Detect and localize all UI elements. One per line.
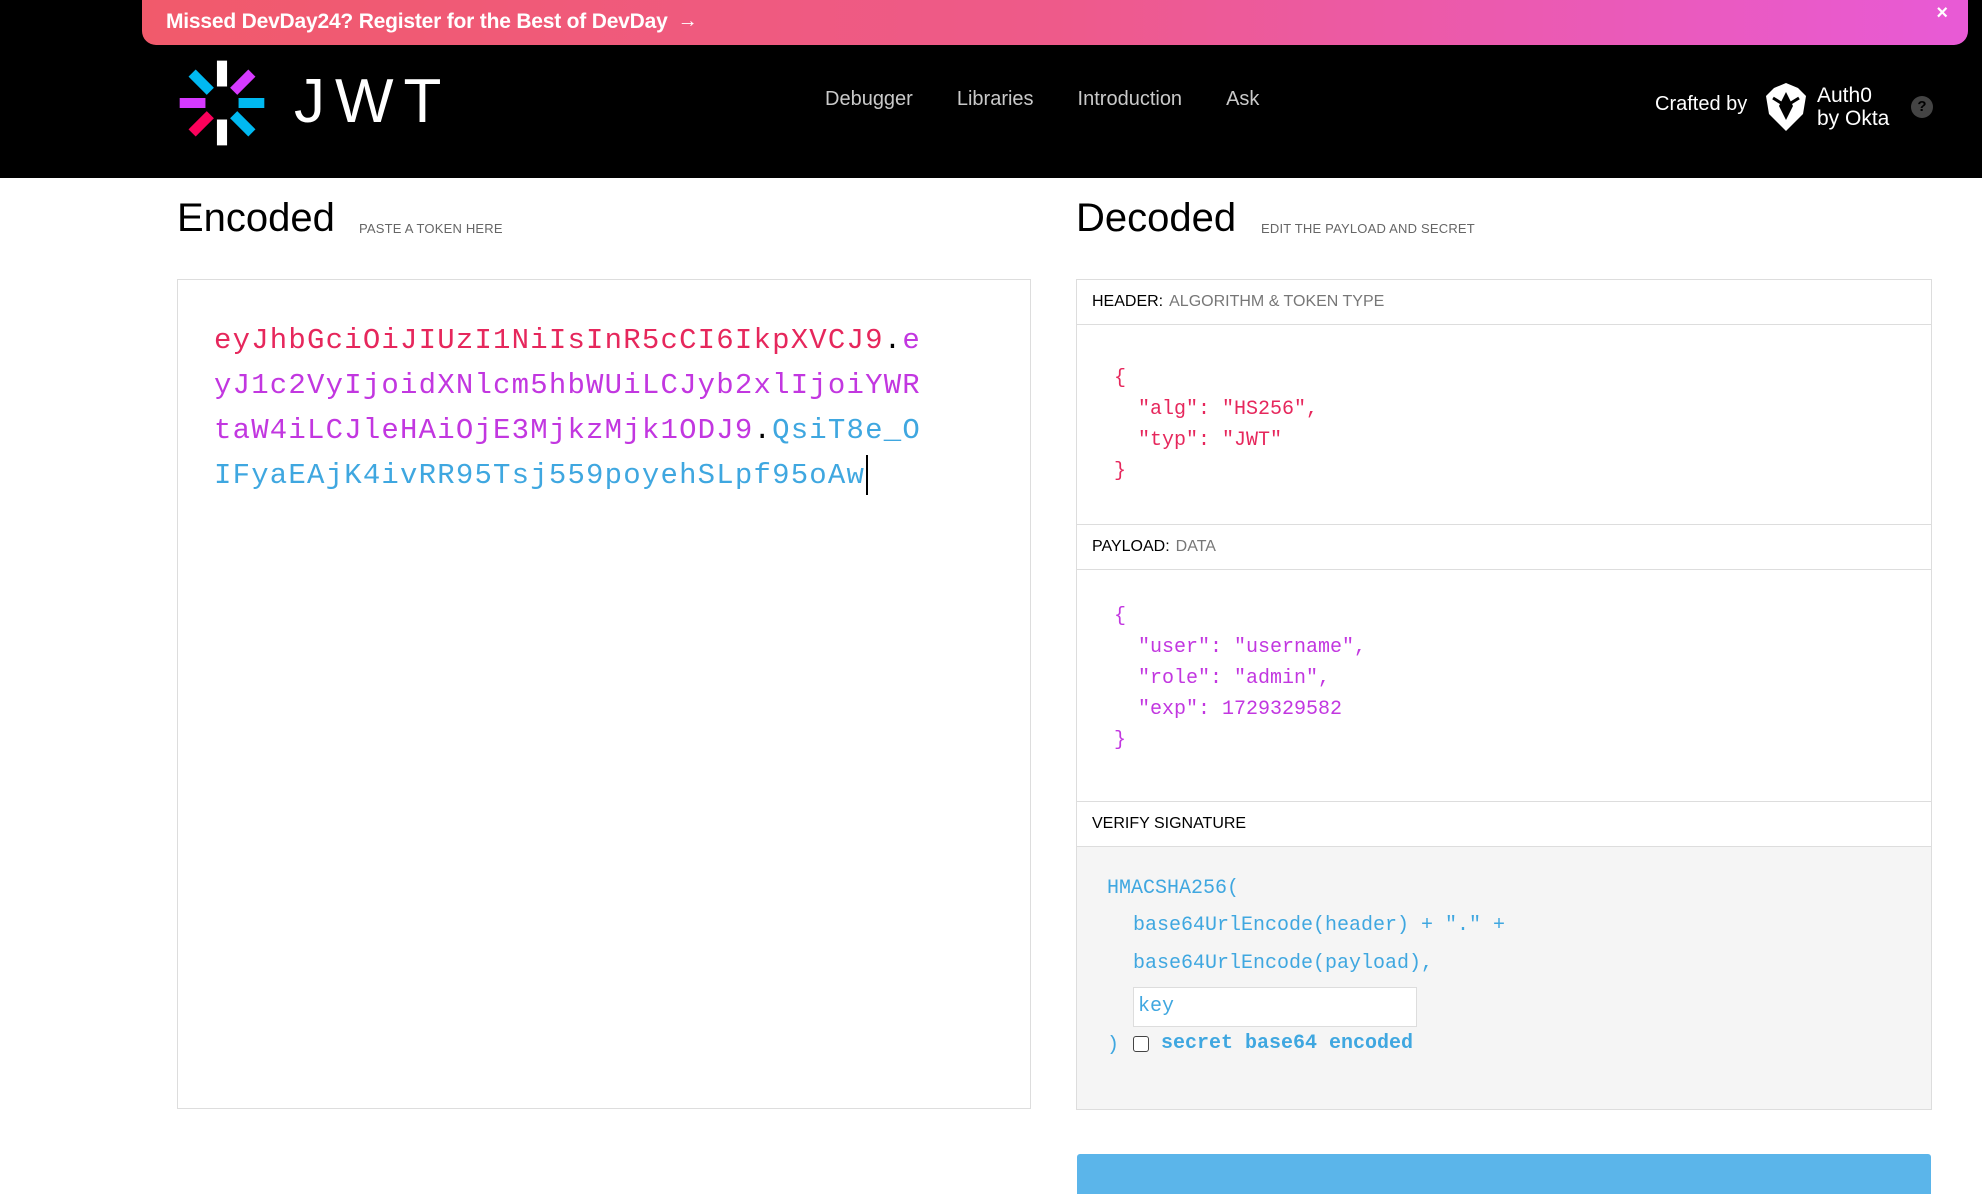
encoded-token-editor[interactable]: eyJhbGciOiJIUzI1NiIsInR5cCI6IkpXVCJ9.eyJ…: [177, 279, 1031, 1109]
payload-section-key: PAYLOAD:: [1092, 538, 1170, 555]
header-section-key: HEADER:: [1092, 292, 1164, 310]
encoded-subtitle: PASTE A TOKEN HERE: [359, 221, 503, 236]
top-bar: Missed DevDay24? Register for the Best o…: [0, 0, 1982, 178]
auth0-shield-icon[interactable]: [1765, 82, 1807, 132]
encoded-title: Encoded: [177, 196, 335, 240]
jwt-logo-icon[interactable]: [176, 57, 268, 149]
header-section-title: HEADER: ALGORITHM & TOKEN TYPE: [1077, 279, 1931, 325]
secret-base64-label[interactable]: secret base64 encoded: [1161, 1032, 1413, 1055]
banner-text[interactable]: Missed DevDay24? Register for the Best o…: [166, 10, 668, 34]
payload-section-title: PAYLOAD: DATA: [1077, 524, 1931, 570]
nav-ask[interactable]: Ask: [1226, 88, 1259, 111]
brand-line-1: Auth0: [1817, 84, 1872, 107]
token-text[interactable]: eyJhbGciOiJIUzI1NiIsInR5cCI6IkpXVCJ9.eyJ…: [214, 318, 934, 498]
main-nav: Debugger Libraries Introduction Ask: [825, 88, 1259, 111]
verify-signature-body: HMACSHA256( base64UrlEncode(header) + ".…: [1077, 847, 1931, 1109]
token-dot: .: [883, 324, 903, 357]
nav-introduction[interactable]: Introduction: [1078, 88, 1183, 111]
arrow-right-icon: →: [677, 10, 698, 32]
secret-key-input[interactable]: key: [1133, 987, 1417, 1027]
payload-section-desc: DATA: [1175, 538, 1216, 555]
logo-wordmark[interactable]: JWT: [294, 70, 451, 134]
secret-key-value: key: [1138, 995, 1175, 1018]
auth0-okta-link[interactable]: Auth0 by Okta: [1817, 84, 1889, 130]
secret-base64-checkbox[interactable]: [1133, 1036, 1149, 1052]
hmac-payload-line: base64UrlEncode(payload),: [1133, 952, 1434, 975]
decoded-title: Decoded: [1076, 196, 1237, 240]
token-dot: .: [753, 414, 773, 447]
nav-libraries[interactable]: Libraries: [957, 88, 1034, 111]
promo-banner[interactable]: Missed DevDay24? Register for the Best o…: [142, 0, 1968, 45]
brand-line-2: by Okta: [1817, 107, 1890, 130]
text-caret: [866, 455, 869, 496]
header-json-editor[interactable]: { "alg": "HS256", "typ": "JWT" }: [1114, 363, 1318, 487]
hmac-function-close: ): [1107, 1034, 1120, 1057]
header-section-desc: ALGORITHM & TOKEN TYPE: [1169, 292, 1385, 310]
help-icon[interactable]: ?: [1911, 96, 1933, 118]
token-header-part: eyJhbGciOiJIUzI1NiIsInR5cCI6IkpXVCJ9: [214, 324, 884, 357]
verify-section-key: VERIFY SIGNATURE: [1092, 815, 1247, 832]
verify-section-title: VERIFY SIGNATURE: [1077, 801, 1931, 847]
hmac-function-open: HMACSHA256(: [1107, 877, 1240, 900]
decoded-subtitle: EDIT THE PAYLOAD AND SECRET: [1261, 221, 1475, 236]
hmac-header-line: base64UrlEncode(header) + "." +: [1133, 914, 1506, 937]
signature-status-bar: [1077, 1154, 1931, 1194]
nav-debugger[interactable]: Debugger: [825, 88, 913, 111]
close-icon[interactable]: ×: [1936, 2, 1948, 25]
payload-json-editor[interactable]: { "user": "username", "role": "admin", "…: [1114, 601, 1366, 756]
decoded-panel: HEADER: ALGORITHM & TOKEN TYPE { "alg": …: [1076, 279, 1932, 1110]
crafted-by-label: Crafted by: [1655, 93, 1748, 115]
